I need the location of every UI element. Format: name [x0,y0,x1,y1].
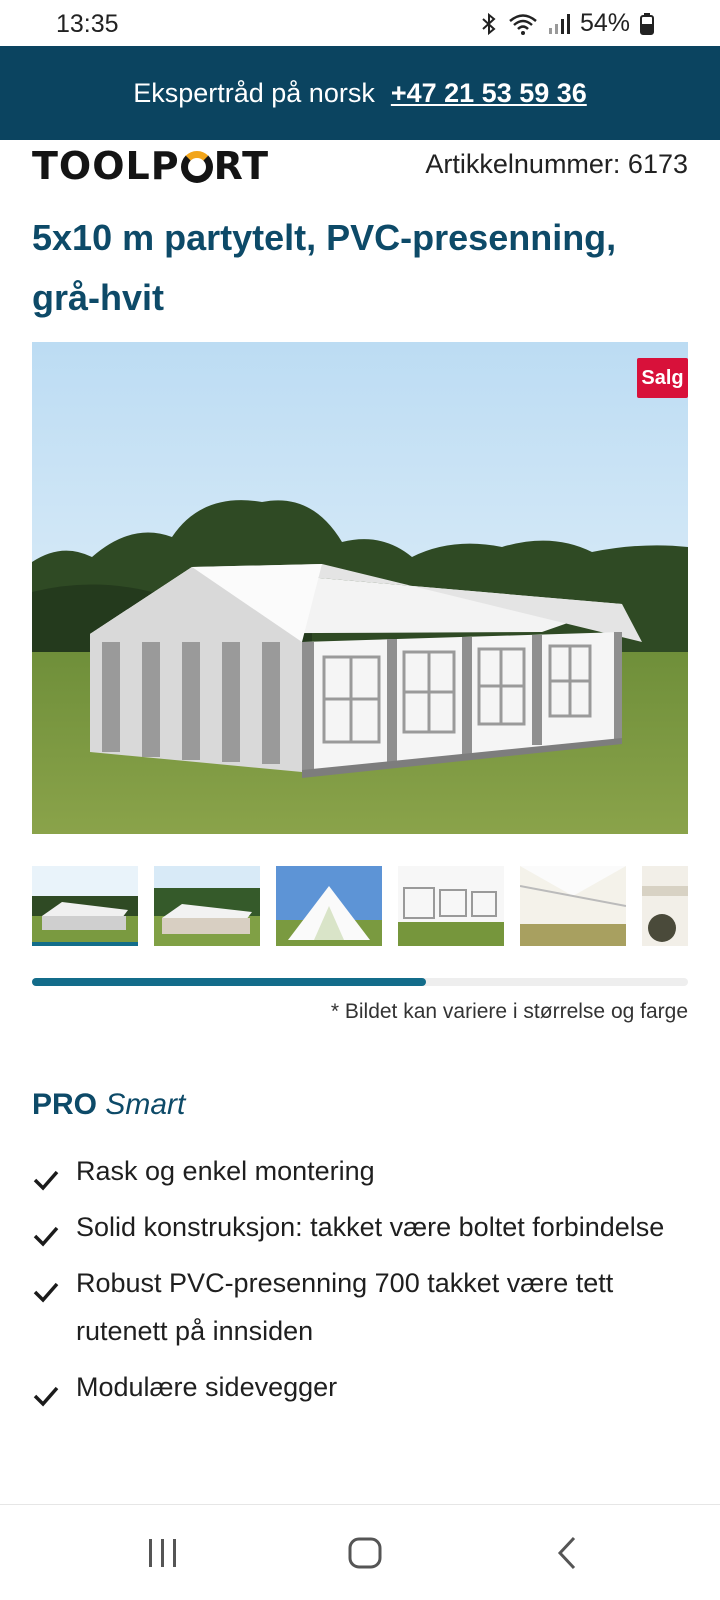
feature-list: Rask og enkel montering Solid konstruksj… [32,1147,692,1419]
gallery-scroll-progress[interactable] [32,978,688,986]
thumbnail-4[interactable] [398,866,504,946]
logo-wordmark-end: RT [213,144,270,188]
article-number: Artikkelnummer: 6173 [425,149,688,179]
pro-smart-heading: PRO Smart [32,1088,185,1122]
back-chevron-icon [557,1536,576,1570]
status-bar: 13:35 54% [0,0,720,46]
checkmark-icon [32,1159,60,1207]
thumbnail-2[interactable] [154,866,260,946]
thumbnail-3[interactable] [276,866,382,946]
battery-icon [640,12,654,35]
recent-apps-button[interactable] [133,1529,193,1577]
expert-banner: Ekspertråd på norsk +47 21 53 59 36 [0,46,720,140]
tent-illustration [32,342,688,834]
feature-item: Rask og enkel montering [32,1147,692,1195]
feature-item: Robust PVC-presenning 700 takket være te… [32,1259,692,1355]
checkmark-icon [32,1375,60,1423]
status-icons: 54% [480,9,654,38]
feature-text: Robust PVC-presenning 700 takket være te… [76,1268,614,1346]
bluetooth-icon [480,12,498,36]
feature-item: Modulære sidevegger [32,1363,692,1411]
thumbnail-1[interactable] [32,866,138,946]
expert-text: Ekspertråd på norsk [133,77,375,108]
main-product-image[interactable]: Salg [32,342,688,834]
feature-text: Solid konstruksjon: takket være boltet f… [76,1212,665,1242]
thumbnail-5[interactable] [520,866,626,946]
phone-link[interactable]: +47 21 53 59 36 [391,78,587,109]
feature-item: Solid konstruksjon: takket være boltet f… [32,1203,692,1251]
logo-o-mark [180,151,213,183]
battery-percent: 54% [579,9,630,37]
status-time: 13:35 [56,10,119,38]
feature-text: Modulære sidevegger [76,1372,338,1402]
thumbnail-6[interactable] [642,866,688,946]
checkmark-icon [32,1271,60,1319]
home-button[interactable] [335,1529,395,1577]
home-icon [348,1537,382,1569]
pro-label: PRO [32,1088,98,1121]
toolport-logo[interactable]: TOOLP RT [32,144,270,188]
image-disclaimer: * Bildet kan variere i størrelse og farg… [330,1000,688,1023]
feature-text: Rask og enkel montering [76,1156,375,1186]
logo-wordmark: TOOLP [32,144,180,188]
checkmark-icon [32,1215,60,1263]
recent-apps-icon [149,1539,176,1567]
gallery-scroll-thumb[interactable] [32,978,426,986]
sale-badge: Salg [637,358,688,398]
back-button[interactable] [537,1529,597,1577]
wifi-icon [508,12,538,36]
thumbnail-strip[interactable] [32,866,688,948]
product-title: 5x10 m partytelt, PVC-presenning, grå-hv… [32,217,617,318]
signal-icon [548,13,570,35]
system-nav-bar [0,1504,720,1600]
smart-label: Smart [105,1088,186,1121]
